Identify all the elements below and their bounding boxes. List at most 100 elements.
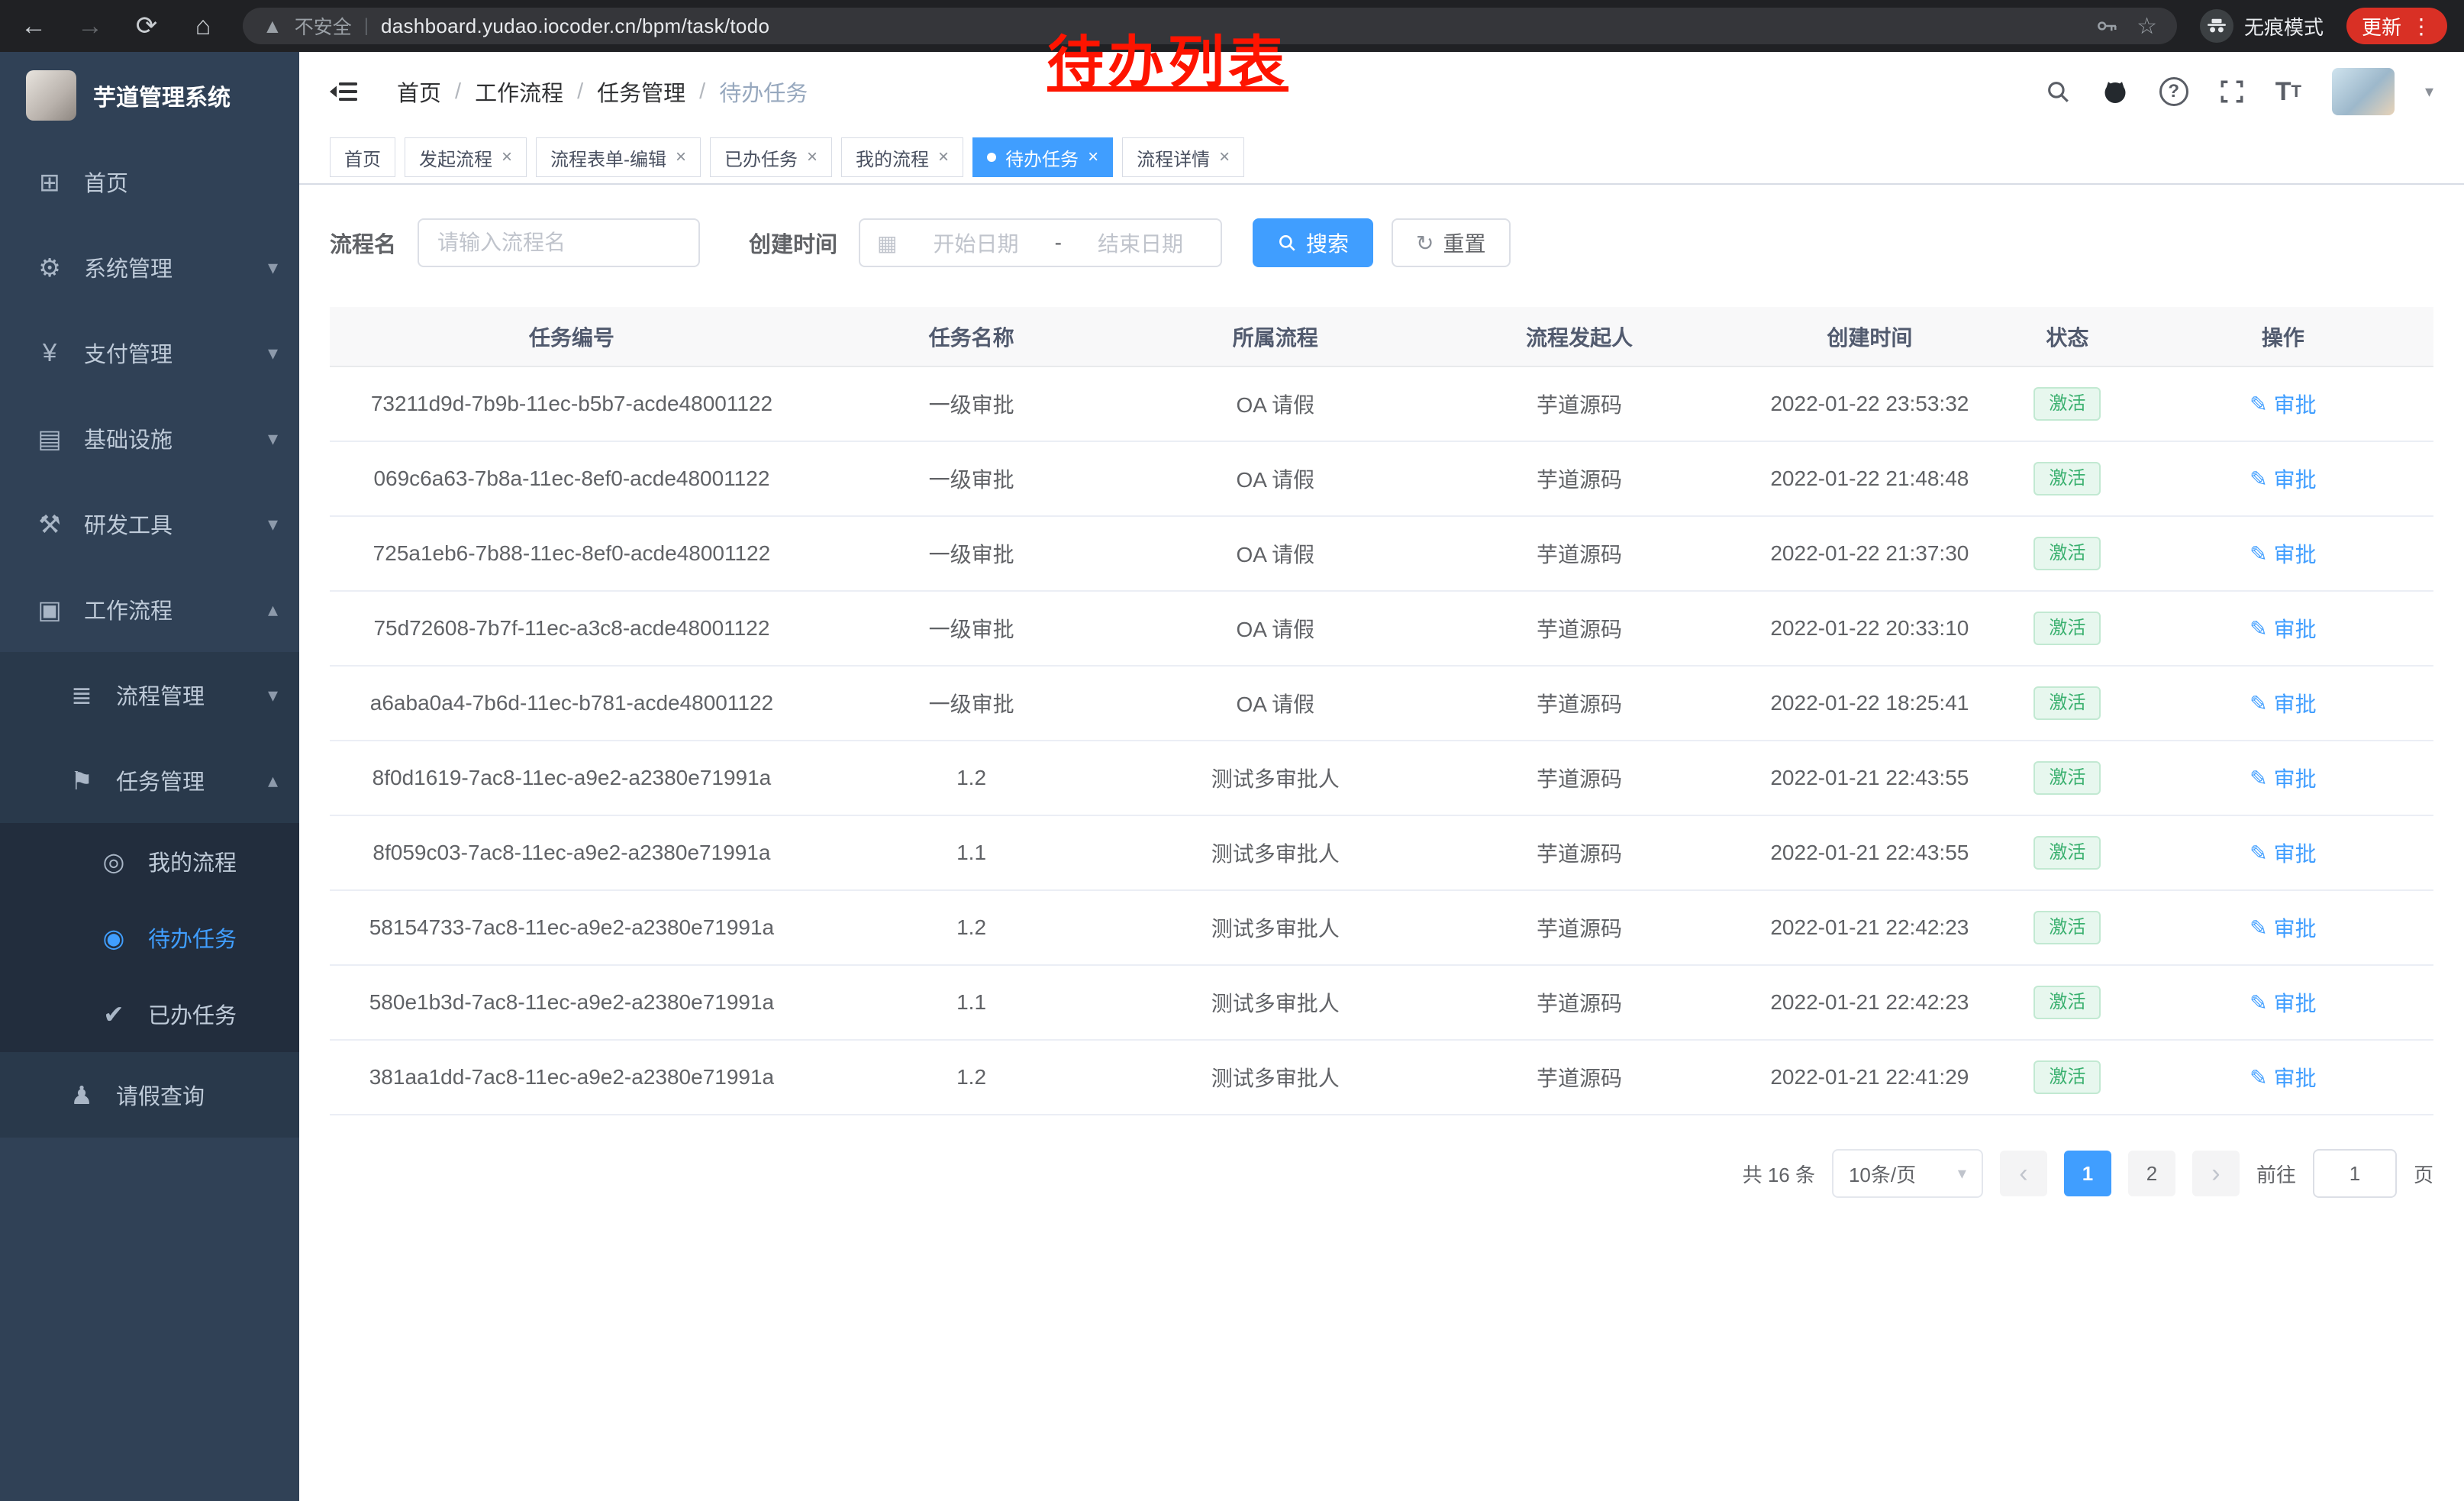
sidebar: 芋道管理系统 ⊞ 首页 ⚙ 系统管理 ▾ ¥ 支付管理 ▾ ▤ 基础设施 ▾ ⚒… — [0, 52, 299, 1501]
tab-form-edit[interactable]: 流程表单-编辑 × — [536, 137, 701, 177]
url-text[interactable]: dashboard.yudao.iocoder.cn/bpm/task/todo — [381, 15, 769, 38]
chevron-down-icon: ▾ — [268, 256, 278, 279]
dashboard-icon: ⊞ — [32, 167, 67, 197]
address-bar[interactable]: ▲﻿ 不安全 | dashboard.yudao.iocoder.cn/bpm/… — [243, 8, 2177, 44]
incognito-badge: 无痕模式 — [2200, 9, 2324, 43]
edit-icon: ✎ — [2250, 392, 2267, 417]
edit-icon: ✎ — [2250, 915, 2267, 941]
pagination: 共 16 条 10条/页 ▾ ‹ 1 2 › 前往 页 — [330, 1149, 2433, 1198]
page-size-select[interactable]: 10条/页 ▾ — [1832, 1149, 1983, 1198]
help-icon[interactable]: ? — [2159, 77, 2188, 106]
sidebar-item-process-mgmt[interactable]: ≣ 流程管理 ▾ — [0, 652, 299, 738]
sidebar-item-task-mgmt[interactable]: ⚑ 任务管理 ▴ — [0, 738, 299, 823]
incognito-icon — [2200, 9, 2233, 43]
approve-link[interactable]: ✎审批 — [2250, 838, 2316, 868]
tab-start-process[interactable]: 发起流程 × — [405, 137, 527, 177]
check-icon: ✔ — [96, 999, 131, 1029]
search-button[interactable]: 搜索 — [1253, 218, 1373, 267]
tab-close-icon[interactable]: × — [1088, 147, 1098, 168]
back-icon[interactable]: ← — [17, 11, 50, 41]
col-status: 状态 — [2002, 307, 2133, 366]
app-logo-row[interactable]: 芋道管理系统 — [0, 52, 299, 139]
sidebar-item-my-process[interactable]: ◎ 我的流程 — [0, 823, 299, 899]
avatar-caret-icon[interactable]: ▾ — [2425, 82, 2433, 102]
active-tab-dot — [987, 153, 996, 162]
approve-link[interactable]: ✎审批 — [2250, 1062, 2316, 1093]
sidebar-item-done-tasks[interactable]: ✔ 已办任务 — [0, 976, 299, 1052]
sidebar-fold-icon[interactable] — [330, 80, 357, 103]
process-name-label: 流程名 — [330, 227, 396, 259]
col-create-time: 创建时间 — [1737, 307, 2002, 366]
fullscreen-icon[interactable] — [2219, 79, 2245, 105]
chevron-up-icon: ▴ — [268, 598, 278, 621]
forward-icon[interactable]: → — [73, 11, 107, 41]
sidebar-menu: ⊞ 首页 ⚙ 系统管理 ▾ ¥ 支付管理 ▾ ▤ 基础设施 ▾ ⚒ 研发工具 ▾… — [0, 139, 299, 1138]
key-icon[interactable] — [2095, 15, 2118, 37]
status-badge: 激活 — [2033, 612, 2101, 645]
goto-page-input[interactable] — [2313, 1149, 2397, 1198]
sidebar-item-system[interactable]: ⚙ 系统管理 ▾ — [0, 224, 299, 310]
prev-page-button[interactable]: ‹ — [2000, 1151, 2047, 1196]
table-row: 8f0d1619-7ac8-11ec-a9e2-a2380e71991a 1.2… — [330, 741, 2433, 815]
next-page-button[interactable]: › — [2192, 1151, 2240, 1196]
table-row: 75d72608-7b7f-11ec-a3c8-acde48001122 一级审… — [330, 591, 2433, 666]
sidebar-item-workflow[interactable]: ▣ 工作流程 ▴ — [0, 567, 299, 652]
top-header: 首页 / 工作流程 / 任务管理 / 待办任务 ? — [299, 52, 2464, 131]
breadcrumb-workflow[interactable]: 工作流程 — [475, 76, 563, 108]
sidebar-item-home[interactable]: ⊞ 首页 — [0, 139, 299, 224]
table-row: 8f059c03-7ac8-11ec-a9e2-a2380e71991a 1.1… — [330, 815, 2433, 890]
tab-close-icon[interactable]: × — [938, 147, 949, 168]
avatar[interactable] — [2332, 68, 2395, 115]
chat-icon: ◎ — [96, 847, 131, 876]
refresh-icon[interactable]: ⟳ — [130, 11, 163, 41]
col-starter: 流程发起人 — [1421, 307, 1737, 366]
start-date-placeholder[interactable]: 开始日期 — [913, 228, 1040, 258]
search-icon[interactable] — [2045, 79, 2071, 105]
tab-close-icon[interactable]: × — [807, 147, 818, 168]
table-row: 725a1eb6-7b88-11ec-8ef0-acde48001122 一级审… — [330, 516, 2433, 591]
table-row: a6aba0a4-7b6d-11ec-b781-acde48001122 一级审… — [330, 666, 2433, 741]
approve-link[interactable]: ✎审批 — [2250, 538, 2316, 569]
sidebar-item-leave-query[interactable]: ♟ 请假查询 — [0, 1052, 299, 1138]
breadcrumb-task-mgmt[interactable]: 任务管理 — [597, 76, 685, 108]
font-size-icon[interactable]: TT — [2275, 77, 2301, 107]
approve-link[interactable]: ✎审批 — [2250, 463, 2316, 494]
sidebar-item-infra[interactable]: ▤ 基础设施 ▾ — [0, 395, 299, 481]
process-name-input[interactable] — [418, 218, 700, 267]
github-icon[interactable] — [2101, 78, 2129, 105]
tab-close-icon[interactable]: × — [676, 147, 686, 168]
end-date-placeholder[interactable]: 结束日期 — [1077, 228, 1204, 258]
update-button[interactable]: 更新 ⋮ — [2346, 8, 2447, 44]
approve-link[interactable]: ✎审批 — [2250, 987, 2316, 1018]
table-row: 58154733-7ac8-11ec-a9e2-a2380e71991a 1.2… — [330, 890, 2433, 965]
tab-close-icon[interactable]: × — [1219, 147, 1230, 168]
browser-chrome: ← → ⟳ ⌂ ▲﻿ 不安全 | dashboard.yudao.iocoder… — [0, 0, 2464, 52]
chrome-menu-icon[interactable]: ⋮ — [2411, 14, 2432, 39]
table-row: 069c6a63-7b8a-11ec-8ef0-acde48001122 一级审… — [330, 441, 2433, 516]
tab-home[interactable]: 首页 — [330, 137, 395, 177]
tab-close-icon[interactable]: × — [502, 147, 512, 168]
incognito-label: 无痕模式 — [2244, 12, 2324, 40]
sidebar-item-devtools[interactable]: ⚒ 研发工具 ▾ — [0, 481, 299, 567]
reset-button[interactable]: ↻ 重置 — [1392, 218, 1510, 267]
tab-done-tasks[interactable]: 已办任务 × — [710, 137, 832, 177]
edit-icon: ✎ — [2250, 841, 2267, 866]
approve-link[interactable]: ✎审批 — [2250, 613, 2316, 644]
date-range-picker[interactable]: ▦ 开始日期 - 结束日期 — [859, 218, 1222, 267]
approve-link[interactable]: ✎审批 — [2250, 688, 2316, 718]
chevron-down-icon: ▾ — [1958, 1164, 1966, 1183]
breadcrumb-home[interactable]: 首页 — [397, 76, 441, 108]
page-button-2[interactable]: 2 — [2128, 1151, 2175, 1196]
tab-process-detail[interactable]: 流程详情 × — [1122, 137, 1244, 177]
sidebar-item-todo-tasks[interactable]: ◉ 待办任务 — [0, 899, 299, 976]
tab-todo-tasks[interactable]: 待办任务 × — [972, 137, 1113, 177]
home-icon[interactable]: ⌂ — [186, 11, 220, 41]
approve-link[interactable]: ✎审批 — [2250, 912, 2316, 943]
status-badge: 激活 — [2033, 387, 2101, 421]
bookmark-star-icon[interactable]: ☆ — [2137, 13, 2157, 40]
approve-link[interactable]: ✎审批 — [2250, 389, 2316, 419]
approve-link[interactable]: ✎审批 — [2250, 763, 2316, 793]
sidebar-item-payment[interactable]: ¥ 支付管理 ▾ — [0, 310, 299, 395]
page-button-1[interactable]: 1 — [2064, 1151, 2111, 1196]
tab-my-process[interactable]: 我的流程 × — [841, 137, 963, 177]
